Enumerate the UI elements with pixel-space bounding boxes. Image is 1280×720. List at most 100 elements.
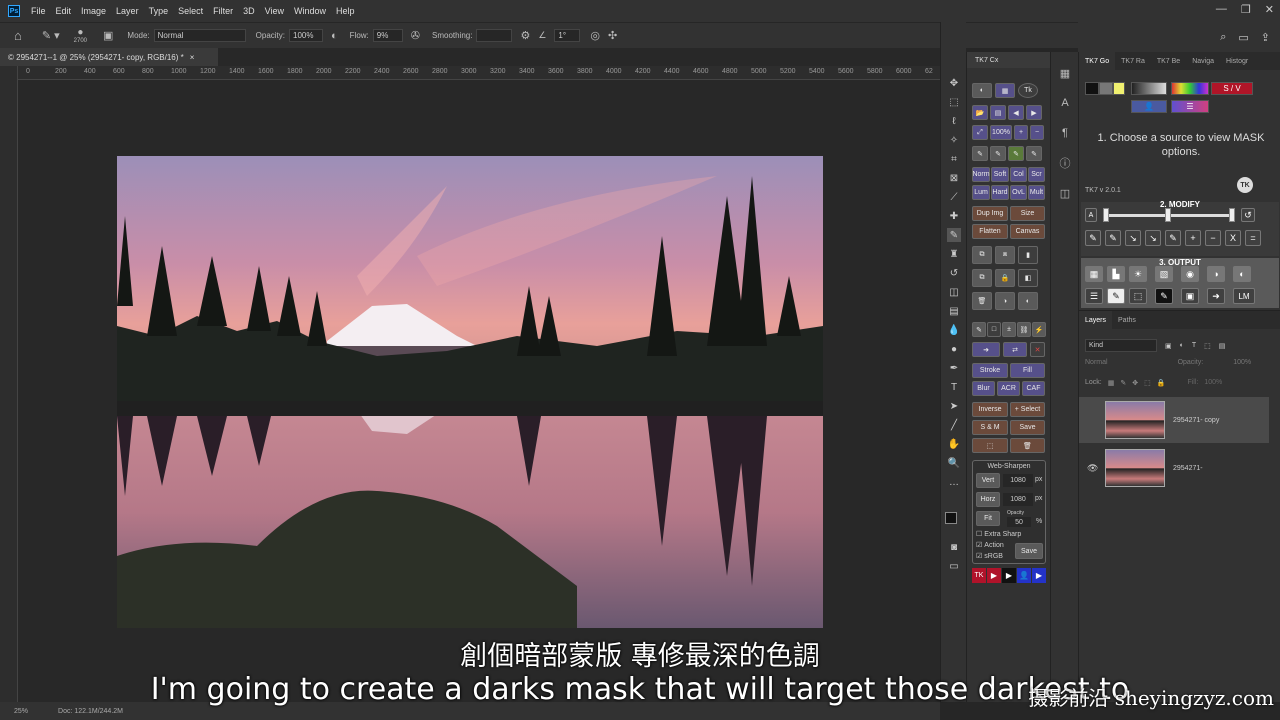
- layer-mask-icon[interactable]: ▮: [1018, 246, 1038, 264]
- vert-value-field[interactable]: 1080: [1003, 474, 1033, 487]
- crop-tool-icon[interactable]: ⌗: [947, 152, 961, 166]
- workspace-icon[interactable]: ▭: [1238, 31, 1248, 44]
- blend-norm[interactable]: Norm: [972, 167, 990, 182]
- forward-icon[interactable]: ▶: [1026, 105, 1042, 120]
- curves-icon[interactable]: ▙: [1107, 266, 1125, 282]
- more-tools-icon[interactable]: …: [947, 475, 961, 489]
- slider-right-handle[interactable]: [1229, 208, 1235, 222]
- tab-navigator[interactable]: Naviga: [1186, 52, 1220, 70]
- layer-new-icon[interactable]: ⧉: [972, 246, 992, 264]
- play-blue-icon[interactable]: ▶: [1032, 568, 1046, 583]
- pressure-opacity-icon[interactable]: ◐: [331, 30, 338, 42]
- vert-button[interactable]: Vert: [976, 473, 1000, 488]
- brush-output-black-icon[interactable]: ✎: [1155, 288, 1173, 304]
- a-button[interactable]: A: [1085, 208, 1097, 222]
- gradient-source-swatch[interactable]: [1131, 82, 1167, 95]
- opacity-field[interactable]: 100%: [289, 29, 323, 42]
- link-icon[interactable]: ⛓: [1017, 322, 1031, 337]
- acr-button[interactable]: ACR: [997, 381, 1020, 396]
- menu-lines-icon[interactable]: ☰: [1085, 288, 1103, 304]
- plus-select-button[interactable]: + Select: [1010, 402, 1045, 417]
- layers-source-button[interactable]: ☰: [1171, 100, 1209, 113]
- action-checkbox[interactable]: ☑ Action: [976, 541, 1004, 550]
- search-icon[interactable]: ⌕: [1220, 31, 1226, 44]
- menu-image[interactable]: Image: [76, 6, 111, 16]
- user-icon[interactable]: 👤: [1017, 568, 1031, 583]
- sv-button[interactable]: S / V: [1211, 82, 1253, 95]
- quick-select-tool-icon[interactable]: ✧: [947, 133, 961, 147]
- blend-lum[interactable]: Lum: [972, 185, 990, 200]
- zoom-in-button[interactable]: +: [1014, 125, 1028, 140]
- hue-icon[interactable]: ▧: [1155, 266, 1173, 282]
- reset-icon[interactable]: ↺: [1241, 208, 1255, 222]
- minus-button[interactable]: −: [1205, 230, 1221, 246]
- lock-all-icon[interactable]: 🔒: [1157, 379, 1166, 387]
- mask-brush-icon[interactable]: ◐: [1018, 292, 1038, 310]
- foreground-color-swatch[interactable]: [945, 512, 957, 524]
- fit-screen-icon[interactable]: ⤢: [972, 125, 988, 140]
- caf-button[interactable]: CAF: [1022, 381, 1045, 396]
- selection-out-icon[interactable]: ⬚: [1129, 288, 1147, 304]
- extra-sharp-checkbox[interactable]: ☐ Extra Sharp: [976, 530, 1021, 539]
- eraser-tool-icon[interactable]: ◫: [947, 285, 961, 299]
- fill-value[interactable]: 100%: [1204, 379, 1222, 387]
- rewind-icon[interactable]: ◀: [1008, 105, 1024, 120]
- blend-mult[interactable]: Mult: [1028, 185, 1045, 200]
- tab-tk7-be[interactable]: TK7 Be: [1151, 52, 1186, 70]
- tab-histogram[interactable]: Histogr: [1220, 52, 1254, 70]
- visibility-eye-icon[interactable]: 👁: [1087, 463, 1098, 474]
- play-red-icon[interactable]: ▶: [987, 568, 1001, 583]
- blend-scr[interactable]: Scr: [1028, 167, 1045, 182]
- fit-button[interactable]: Fit: [976, 511, 1000, 526]
- blend-hard[interactable]: Hard: [991, 185, 1009, 200]
- kind-filter-select[interactable]: Kind: [1085, 339, 1157, 352]
- fill-button[interactable]: Fill: [1010, 363, 1045, 378]
- document-tab[interactable]: © 2954271--1 @ 25% (2954271- copy, RGB/1…: [0, 48, 218, 66]
- ws-opacity-field[interactable]: 50: [1007, 517, 1031, 527]
- black-source-swatch[interactable]: [1085, 82, 1099, 95]
- play-black-icon[interactable]: ▶: [1002, 568, 1016, 583]
- smoothing-field[interactable]: [476, 29, 513, 42]
- channel-icon[interactable]: ◑: [1207, 266, 1225, 282]
- square-icon[interactable]: □: [987, 322, 1001, 337]
- close-window-button[interactable]: ✕: [1265, 3, 1274, 16]
- symmetry-icon[interactable]: ✣: [608, 29, 617, 42]
- arrow-in-icon[interactable]: ➜: [972, 342, 1000, 357]
- tab-paths[interactable]: Paths: [1112, 311, 1142, 329]
- x-button[interactable]: X: [1225, 230, 1241, 246]
- canvas-button[interactable]: Canvas: [1010, 224, 1045, 239]
- dodge-tool-icon[interactable]: ●: [947, 342, 961, 356]
- size-button[interactable]: Size: [1010, 206, 1045, 221]
- mode-select[interactable]: Normal: [153, 29, 246, 42]
- lock-paint-icon[interactable]: ✎: [1120, 379, 1126, 387]
- filter-type-icon[interactable]: T: [1192, 342, 1196, 349]
- s-and-m-button[interactable]: S & M: [972, 420, 1008, 435]
- flatten-button[interactable]: Flatten: [972, 224, 1008, 239]
- filter-pixel-icon[interactable]: ▣: [1165, 342, 1172, 350]
- menu-select[interactable]: Select: [173, 6, 208, 16]
- marquee-tool-icon[interactable]: ⬚: [947, 95, 961, 109]
- blur-tool-icon[interactable]: 💧: [947, 323, 961, 337]
- bolt-icon[interactable]: ⚡: [1032, 322, 1046, 337]
- history-brush-tool-icon[interactable]: ↺: [947, 266, 961, 280]
- layers-stack-icon[interactable]: ◫: [1058, 186, 1072, 200]
- layer-opacity-value[interactable]: 100%: [1233, 359, 1251, 366]
- layer-split-icon[interactable]: ◧: [1018, 269, 1038, 287]
- layer-row-copy[interactable]: 2954271- copy: [1079, 397, 1269, 443]
- slider-left-handle[interactable]: [1103, 208, 1109, 222]
- menu-edit[interactable]: Edit: [51, 6, 77, 16]
- frame-tool-icon[interactable]: ⊠: [947, 171, 961, 185]
- photo-canvas[interactable]: [117, 156, 823, 628]
- blend-soft[interactable]: Soft: [991, 167, 1009, 182]
- menu-file[interactable]: File: [26, 6, 51, 16]
- blur-button[interactable]: Blur: [972, 381, 995, 396]
- menu-help[interactable]: Help: [331, 6, 360, 16]
- tab-tk7-ra[interactable]: TK7 Ra: [1115, 52, 1151, 70]
- brush-gray-icon[interactable]: ✎: [1026, 146, 1042, 161]
- info-panel-icon[interactable]: ⓘ: [1058, 156, 1072, 170]
- menu-type[interactable]: Type: [144, 6, 174, 16]
- minimize-button[interactable]: —: [1216, 3, 1227, 16]
- maximize-button[interactable]: ❐: [1241, 3, 1251, 16]
- slider-mid-handle[interactable]: [1165, 208, 1171, 222]
- zoom-level[interactable]: 25%: [14, 708, 28, 715]
